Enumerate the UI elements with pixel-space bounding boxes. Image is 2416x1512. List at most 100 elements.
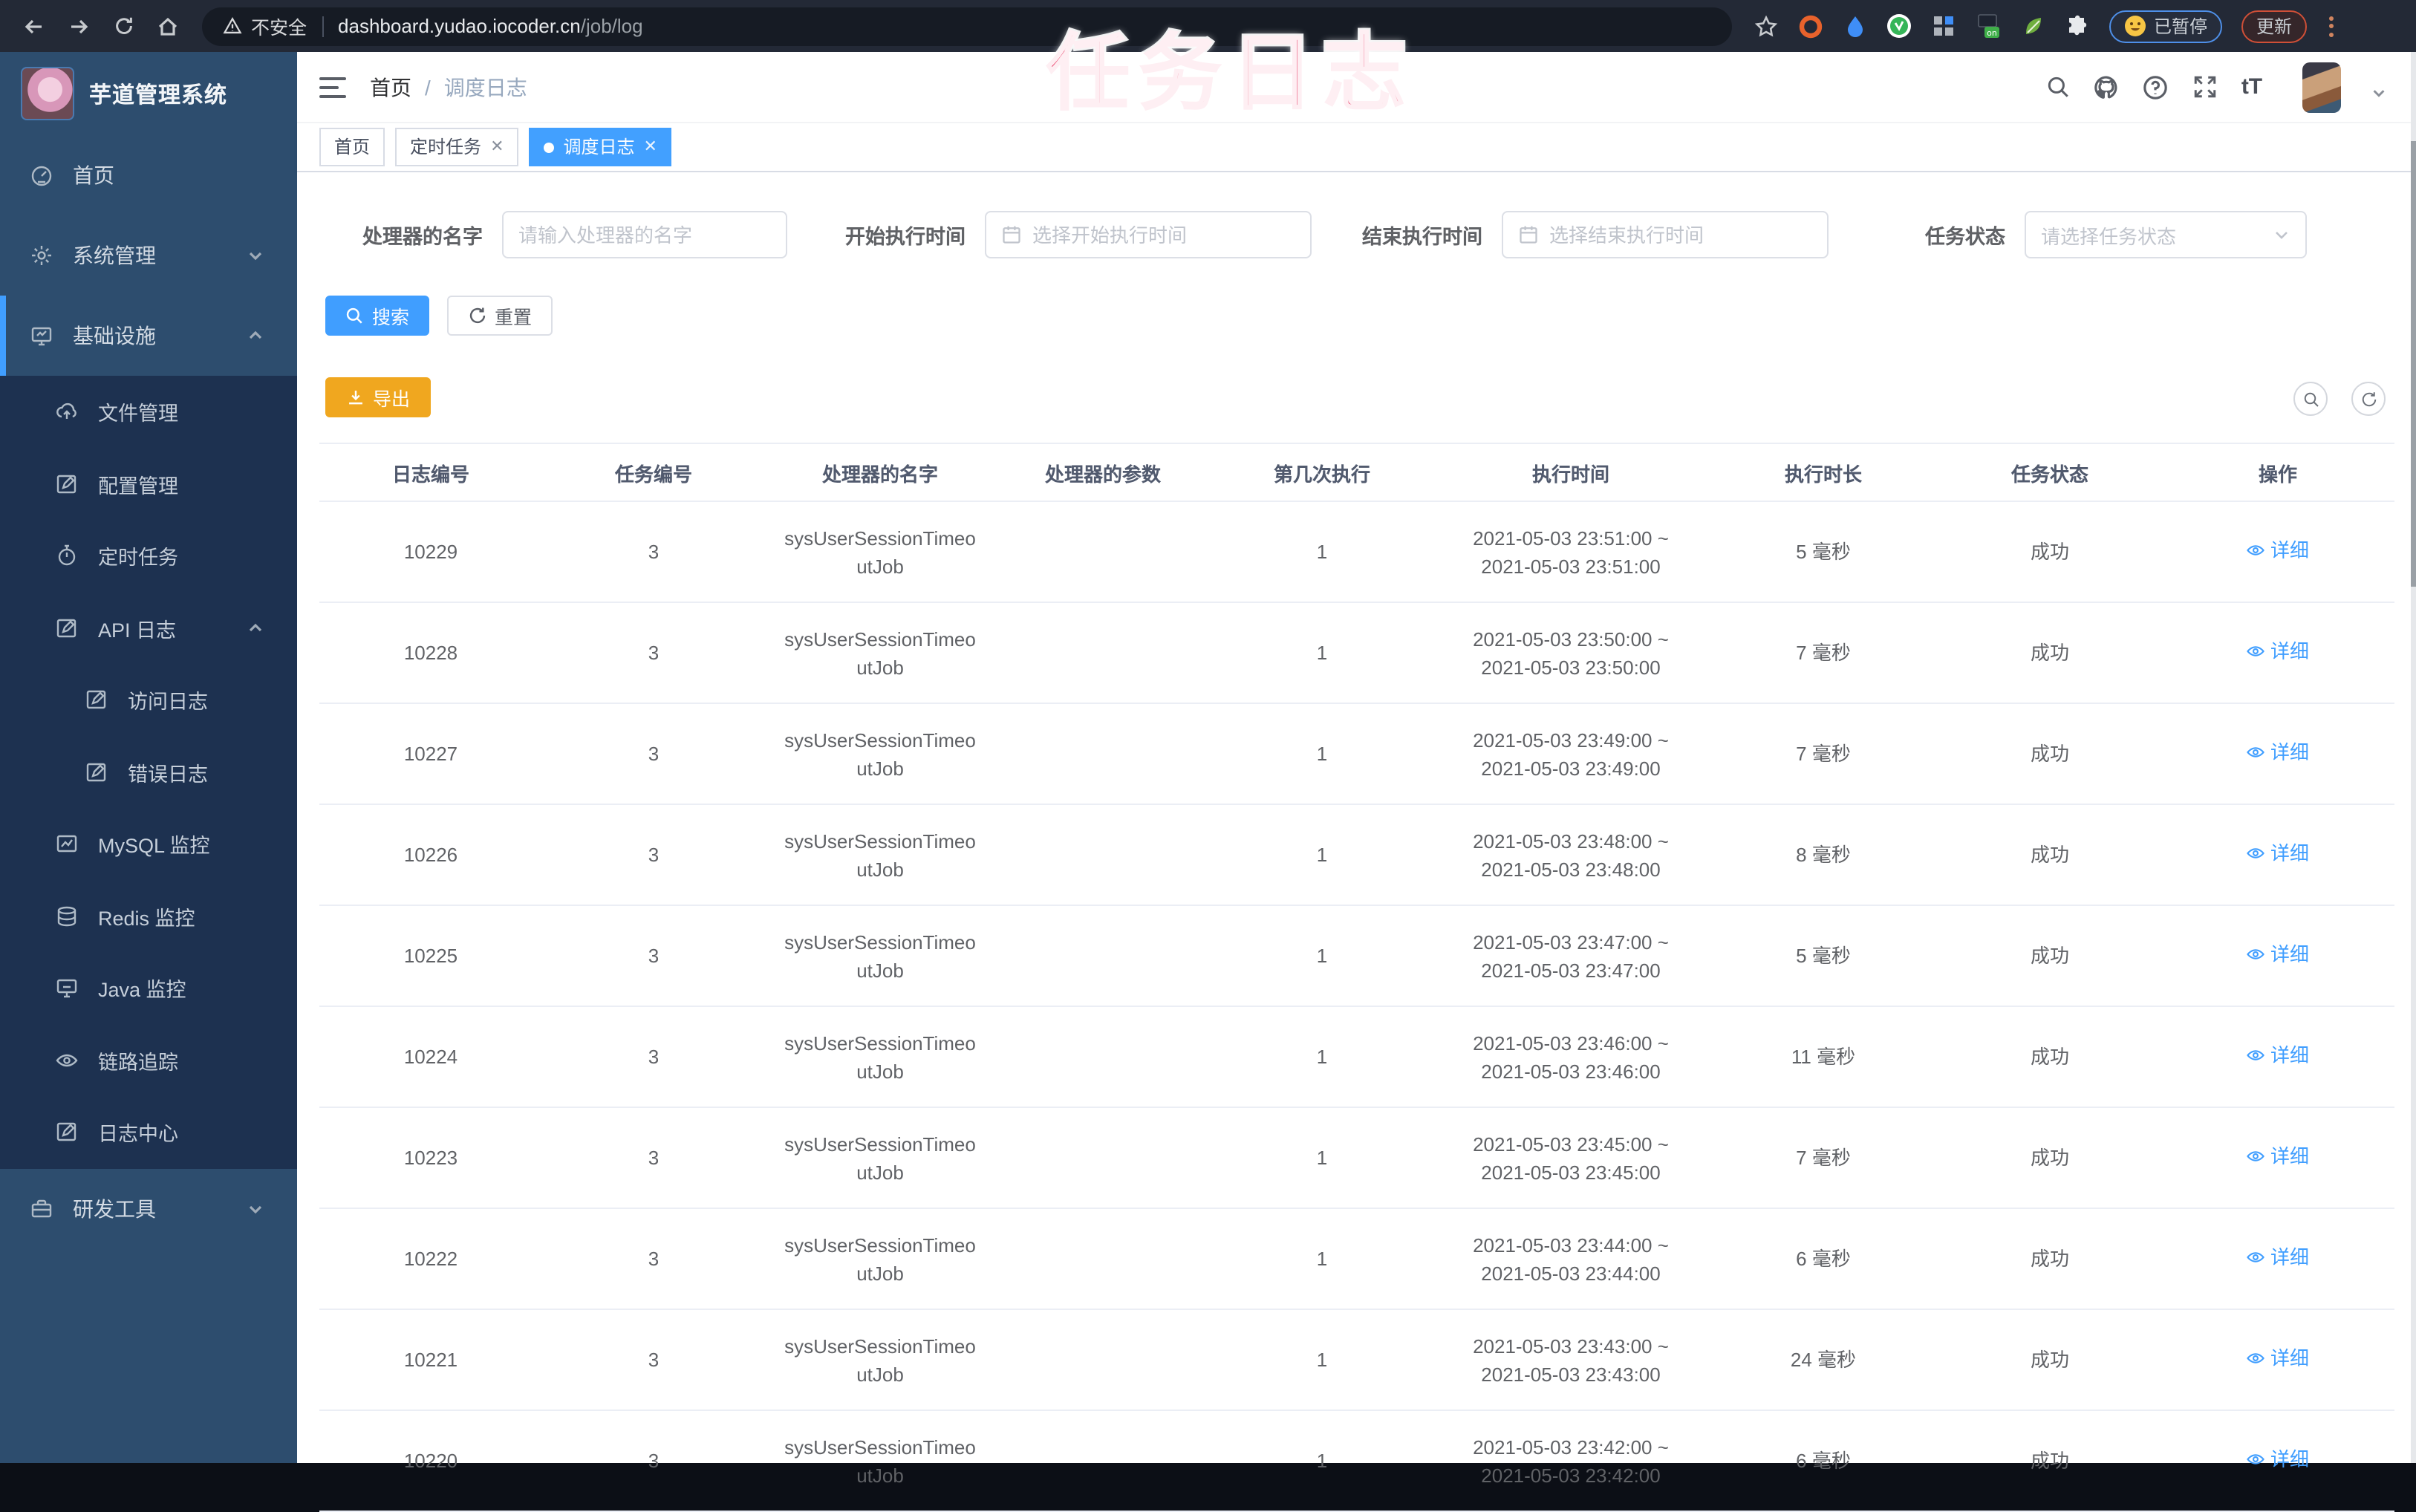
search-icon (2303, 391, 2318, 406)
security-label[interactable]: 不安全 (251, 12, 307, 40)
cell-job-id: 3 (542, 1208, 765, 1310)
sidebar-item-access-log[interactable]: 访问日志 (0, 664, 297, 736)
profile-paused-chip[interactable]: 已暂停 (2109, 10, 2223, 42)
cell-status: 成功 (1938, 703, 2161, 805)
refresh-table-button[interactable] (2351, 382, 2386, 416)
cell-index: 1 (1211, 1309, 1433, 1411)
close-icon[interactable]: ✕ (644, 129, 657, 165)
detail-link[interactable]: 详细 (2247, 1344, 2309, 1372)
calendar-icon (1001, 224, 1022, 245)
extension-leaf-icon[interactable] (2020, 13, 2045, 39)
eye-icon (2247, 949, 2265, 959)
header-fullscreen-button[interactable] (2185, 52, 2224, 122)
sidebar-item-mysql-monitor[interactable]: MySQL 监控 (0, 808, 297, 880)
breadcrumb-separator: / (425, 75, 431, 99)
extension-on-badge-icon[interactable]: on (1976, 13, 2001, 39)
cell-log-id: 10227 (319, 703, 542, 805)
sidebar-submenu-infrastructure: 文件管理 配置管理 定时任务 API 日志 访问日志 错误日志 MySQL 监控… (0, 376, 297, 1168)
sidebar-item-label: 系统管理 (73, 244, 156, 267)
browser-back-button[interactable] (12, 5, 56, 47)
sidebar-item-trace[interactable]: 链路追踪 (0, 1024, 297, 1096)
tab-cron-jobs[interactable]: 定时任务 ✕ (395, 128, 519, 166)
eye-icon (2247, 1353, 2265, 1363)
sidebar-item-home[interactable]: 首页 (0, 135, 297, 215)
detail-link[interactable]: 详细 (2247, 1445, 2309, 1473)
not-secure-warning-icon[interactable] (223, 16, 242, 36)
extension-orange-icon[interactable] (1797, 13, 1823, 39)
address-divider (322, 16, 324, 36)
header-help-button[interactable] (2136, 52, 2175, 122)
sidebar-item-file-mgmt[interactable]: 文件管理 (0, 376, 297, 448)
sidebar-item-infrastructure[interactable]: 基础设施 (0, 296, 297, 376)
header-search-button[interactable] (2038, 52, 2077, 122)
browser-reload-button[interactable] (101, 5, 146, 47)
detail-link[interactable]: 详细 (2247, 738, 2309, 766)
tab-home[interactable]: 首页 (319, 128, 385, 166)
end-time-picker-wrap (1502, 211, 1829, 258)
cell-log-id: 10221 (319, 1309, 542, 1411)
filter-handler-name: 处理器的名字 (342, 211, 787, 258)
url-host[interactable]: dashboard.yudao.iocoder.cn (338, 15, 581, 37)
toggle-search-panel-button[interactable] (2293, 382, 2328, 416)
breadcrumb-home[interactable]: 首页 (370, 72, 411, 102)
cell-log-id: 10228 (319, 602, 542, 704)
collapse-sidebar-icon[interactable] (319, 76, 346, 97)
table-row: 10228 3 sysUserSessionTimeoutJob 1 2021-… (319, 602, 2394, 704)
cell-status: 成功 (1938, 501, 2161, 603)
job-status-select[interactable]: 请选择任务状态 (2025, 211, 2307, 258)
extension-grid-icon[interactable] (1931, 13, 1956, 39)
scrollbar-thumb[interactable] (2411, 141, 2416, 587)
sidebar-item-config-mgmt[interactable]: 配置管理 (0, 448, 297, 520)
cell-handler: sysUserSessionTimeoutJob (765, 1107, 995, 1209)
detail-link[interactable]: 详细 (2247, 839, 2309, 867)
detail-link[interactable]: 详细 (2247, 1041, 2309, 1069)
header-github-button[interactable] (2087, 52, 2126, 122)
user-avatar[interactable] (2302, 62, 2341, 113)
close-icon[interactable]: ✕ (490, 129, 504, 165)
browser-menu-kebab-icon[interactable] (2329, 16, 2334, 36)
sidebar-item-system-mgmt[interactable]: 系统管理 (0, 215, 297, 296)
browser-forward-button[interactable] (56, 5, 101, 47)
detail-link[interactable]: 详细 (2247, 940, 2309, 968)
avatar-caret-down-icon[interactable] (2371, 82, 2387, 108)
sidebar-item-log-center[interactable]: 日志中心 (0, 1096, 297, 1168)
address-bar[interactable]: 不安全 dashboard.yudao.iocoder.cn /job/log (202, 7, 1732, 45)
sidebar-item-label: 基础设施 (73, 324, 156, 348)
search-button[interactable]: 搜索 (325, 296, 429, 336)
handler-name-input[interactable] (518, 224, 771, 246)
col-job-id: 任务编号 (542, 443, 765, 502)
detail-link[interactable]: 详细 (2247, 637, 2309, 665)
topbar: 首页 / 调度日志 tT (297, 52, 2416, 123)
sidebar-item-error-log[interactable]: 错误日志 (0, 736, 297, 808)
extension-green-v-icon[interactable] (1886, 13, 1912, 39)
tab-schedule-log[interactable]: 调度日志 ✕ (529, 128, 672, 166)
handler-name-input-wrap (502, 211, 787, 258)
extensions-puzzle-icon[interactable] (2065, 13, 2090, 39)
sidebar-item-redis-monitor[interactable]: Redis 监控 (0, 880, 297, 952)
sidebar-item-dev-tools[interactable]: 研发工具 (0, 1168, 297, 1248)
detail-link[interactable]: 详细 (2247, 1142, 2309, 1170)
begin-time-input[interactable] (1032, 224, 1295, 246)
sidebar-item-cron-jobs[interactable]: 定时任务 (0, 520, 297, 592)
page-scrollbar[interactable] (2411, 52, 2416, 1463)
detail-link[interactable]: 详细 (2247, 1243, 2309, 1271)
cell-index: 1 (1211, 1107, 1433, 1209)
extension-blue-icon[interactable] (1842, 13, 1867, 39)
browser-update-button[interactable]: 更新 (2241, 10, 2308, 42)
font-size-button[interactable]: tT (2233, 52, 2271, 122)
bookmark-star-icon[interactable] (1753, 13, 1778, 39)
sidebar-item-api-log[interactable]: API 日志 (0, 592, 297, 664)
sidebar-item-java-monitor[interactable]: Java 监控 (0, 952, 297, 1024)
edit-icon (85, 688, 108, 712)
browser-home-button[interactable] (146, 5, 190, 47)
export-button[interactable]: 导出 (325, 377, 431, 417)
app-logo-row[interactable]: 芋道管理系统 (0, 52, 297, 129)
eye-icon (2247, 646, 2265, 656)
detail-link[interactable]: 详细 (2247, 536, 2309, 564)
url-path[interactable]: /job/log (581, 15, 643, 37)
sidebar-item-label: 配置管理 (98, 475, 178, 498)
cell-job-id: 3 (542, 501, 765, 603)
cell-index: 1 (1211, 703, 1433, 805)
end-time-input[interactable] (1549, 224, 1812, 246)
reset-button[interactable]: 重置 (447, 296, 553, 336)
